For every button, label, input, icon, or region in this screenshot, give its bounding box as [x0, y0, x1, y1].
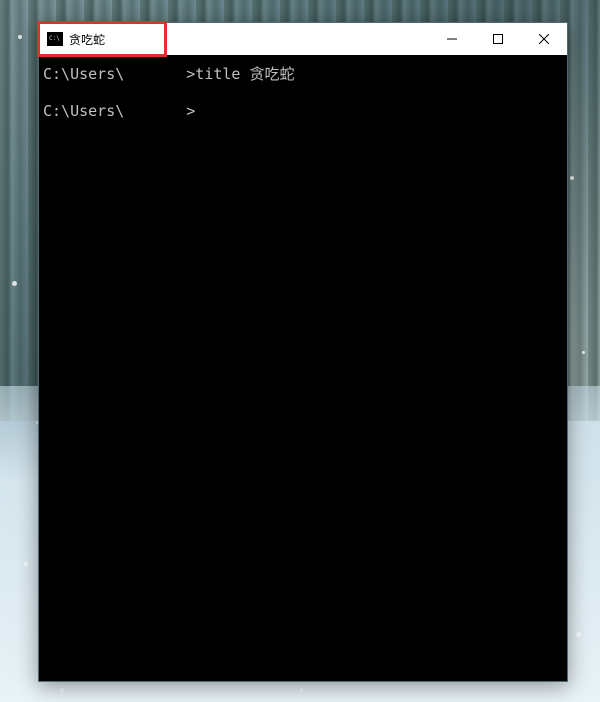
command-text: >title 贪吃蛇	[186, 63, 294, 86]
window-titlebar[interactable]: C:\ 贪吃蛇	[39, 23, 567, 55]
prompt-suffix: >	[186, 100, 195, 123]
terminal-body[interactable]: C:\Users\ >title 贪吃蛇 C:\Users\ >	[39, 55, 567, 681]
window-controls	[429, 23, 567, 55]
minimize-icon	[447, 34, 457, 44]
console-window: C:\ 贪吃蛇 C:\Users\ >title 贪吃蛇 C:\Users\ >	[38, 22, 568, 682]
minimize-button[interactable]	[429, 23, 475, 55]
prompt-prefix: C:\Users\	[43, 63, 124, 86]
maximize-icon	[493, 34, 503, 44]
maximize-button[interactable]	[475, 23, 521, 55]
cmd-icon-text: C:\	[49, 36, 60, 42]
redacted-username	[124, 102, 186, 119]
prompt-prefix: C:\Users\	[43, 100, 124, 123]
terminal-line: C:\Users\ >title 贪吃蛇	[43, 63, 563, 86]
terminal-line: C:\Users\ >	[43, 100, 563, 123]
close-button[interactable]	[521, 23, 567, 55]
cmd-icon: C:\	[47, 32, 63, 46]
redacted-username	[124, 66, 186, 83]
close-icon	[539, 34, 549, 44]
window-title: 贪吃蛇	[69, 31, 105, 48]
